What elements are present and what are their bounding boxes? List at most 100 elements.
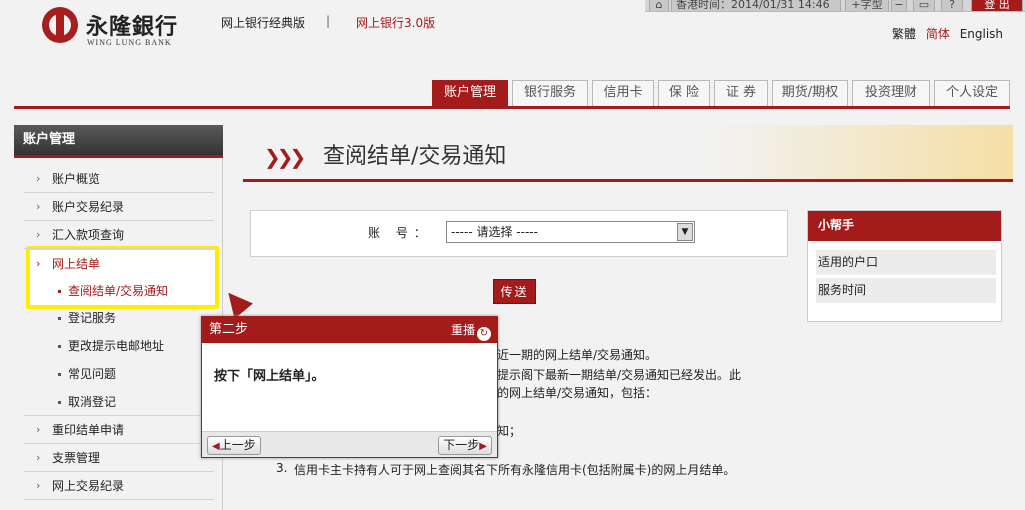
replay-label: 重播 bbox=[450, 323, 475, 337]
sidebar-item-label: 更改提示电邮地址 bbox=[68, 339, 165, 353]
popup-footer: ◀上一步 下一步▶ bbox=[202, 431, 497, 457]
sidebar-item-label: 取消登记 bbox=[68, 395, 117, 409]
page-title: 查阅结单/交易通知 bbox=[323, 144, 507, 169]
chevron-right-icon: › bbox=[36, 200, 41, 213]
classic-version-link[interactable]: 网上银行经典版 bbox=[221, 14, 305, 31]
tab-insurance[interactable]: 保 险 bbox=[658, 80, 710, 106]
bullet-icon bbox=[58, 373, 61, 376]
chevron-right-icon: › bbox=[36, 451, 41, 464]
sidebar-item-transaction-records[interactable]: › 账户交易纪录 bbox=[24, 193, 214, 221]
content-line-3: 的网上结单/交易通知，包括： bbox=[497, 386, 658, 400]
next-step-label: 下一步 bbox=[443, 438, 480, 452]
popup-header: 第二步 重播 ↻ bbox=[202, 317, 497, 343]
triple-chevron-icon: ❯❯❯ bbox=[264, 145, 306, 169]
bullet-icon bbox=[58, 290, 61, 293]
sidebar-subitem-change-email[interactable]: 更改提示电邮地址 bbox=[24, 332, 214, 360]
account-label: 账 号： bbox=[368, 226, 432, 240]
content-item-3-number: 3. bbox=[276, 461, 288, 475]
sidebar-subitem-cancel[interactable]: 取消登记 bbox=[24, 388, 214, 416]
content-line-4: 知； bbox=[497, 424, 522, 438]
font-size-control[interactable]: +字型 bbox=[845, 0, 889, 11]
sidebar-item-label: 登记服务 bbox=[68, 311, 117, 325]
sidebar-item-online-transactions[interactable]: › 网上交易纪录 bbox=[24, 472, 214, 500]
logo-name-en: WING LUNG BANK bbox=[87, 38, 172, 47]
lang-traditional[interactable]: 繁體 bbox=[892, 27, 916, 41]
triangle-right-icon: ▶ bbox=[479, 441, 487, 452]
sidebar-item-label: 支票管理 bbox=[52, 451, 101, 465]
sidebar-subitem-registration[interactable]: 登记服务 bbox=[24, 304, 214, 332]
next-step-button[interactable]: 下一步▶ bbox=[438, 436, 492, 455]
chevron-right-icon: › bbox=[36, 172, 41, 185]
sidebar-item-label: 网上结单 bbox=[52, 257, 101, 271]
minus-icon[interactable]: − bbox=[891, 0, 907, 11]
tab-account-management[interactable]: 账户管理 bbox=[432, 80, 508, 106]
chevron-down-icon[interactable]: ▼ bbox=[677, 223, 693, 241]
popup-instruction: 按下「网上结单」。 bbox=[214, 369, 325, 384]
sidebar-item-label: 查阅结单/交易通知 bbox=[68, 284, 169, 298]
tab-futures-options[interactable]: 期货/期权 bbox=[772, 80, 848, 106]
sidebar-subitem-faq[interactable]: 常见问题 bbox=[24, 360, 214, 388]
sidebar-item-account-overview[interactable]: › 账户概览 bbox=[24, 165, 214, 193]
content-line-2: 提示阁下最新一期结单/交易通知已经发出。此 bbox=[497, 368, 742, 382]
replay-button[interactable]: 重播 ↻ bbox=[451, 317, 491, 343]
sidebar-item-remittance-inquiry[interactable]: › 汇入款项查询 bbox=[24, 221, 214, 249]
prev-step-label: 上一步 bbox=[219, 438, 256, 452]
sidebar-item-label: 网上交易纪录 bbox=[52, 479, 125, 493]
sidebar-item-label: 账户概览 bbox=[52, 172, 101, 186]
triangle-left-icon: ◀ bbox=[212, 441, 220, 452]
content-line-1: 近一期的网上结单/交易通知。 bbox=[497, 348, 658, 362]
lang-simplified[interactable]: 简体 bbox=[926, 27, 950, 41]
plus-icon: + bbox=[851, 0, 861, 11]
lang-english[interactable]: English bbox=[960, 27, 1003, 41]
helper-title: 小帮手 bbox=[808, 211, 1001, 241]
account-select[interactable]: ----- 请选择 ----- ▼ bbox=[446, 221, 695, 243]
font-size-label: 字型 bbox=[860, 0, 883, 11]
sidebar-item-label: 汇入款项查询 bbox=[52, 228, 125, 242]
utility-bar: ⌂ 香港时间：2014/01/31 14:46 +字型 − ▭ ? 登 出 bbox=[645, 0, 1025, 12]
popup-title: 第二步 bbox=[209, 322, 249, 337]
helper-item-applicable-accounts[interactable]: 适用的户口 bbox=[816, 250, 996, 275]
chevron-right-icon: › bbox=[36, 479, 41, 492]
sidebar-item-reprint-statement[interactable]: › 重印结单申请 bbox=[24, 416, 214, 444]
sidebar-divider bbox=[14, 155, 223, 158]
helper-item-service-hours[interactable]: 服务时间 bbox=[816, 278, 996, 303]
hk-time: 香港时间：2014/01/31 14:46 bbox=[671, 0, 841, 11]
tab-banking-services[interactable]: 银行服务 bbox=[512, 80, 588, 106]
help-icon[interactable]: ? bbox=[941, 0, 963, 11]
sidebar-title: 账户管理 bbox=[14, 125, 223, 155]
bullet-icon bbox=[58, 345, 61, 348]
tab-investment[interactable]: 投资理财 bbox=[852, 80, 930, 106]
account-select-value: ----- 请选择 ----- bbox=[451, 225, 538, 239]
home-icon[interactable]: ⌂ bbox=[649, 0, 669, 11]
bank-logo[interactable]: 永隆銀行 WING LUNG BANK bbox=[42, 7, 182, 49]
time-label: 香港时间： bbox=[676, 0, 731, 11]
logout-button[interactable]: 登 出 bbox=[971, 0, 1023, 11]
sidebar-item-label: 常见问题 bbox=[68, 367, 117, 381]
logo-name-cn: 永隆銀行 bbox=[86, 14, 179, 40]
bullet-icon bbox=[58, 317, 61, 320]
sidebar-item-label: 账户交易纪录 bbox=[52, 200, 125, 214]
link-separator: | bbox=[326, 14, 331, 28]
replay-icon: ↻ bbox=[477, 327, 491, 341]
prev-step-button[interactable]: ◀上一步 bbox=[207, 436, 261, 455]
tutorial-step-popup: 第二步 重播 ↻ 按下「网上结单」。 ◀上一步 下一步▶ bbox=[201, 316, 498, 458]
helper-panel: 小帮手 适用的户口 服务时间 bbox=[807, 210, 1002, 322]
v3-version-link[interactable]: 网上银行3.0版 bbox=[356, 14, 435, 31]
tab-securities[interactable]: 证 券 bbox=[714, 80, 768, 106]
chevron-right-icon: › bbox=[36, 228, 41, 241]
tab-underline bbox=[14, 106, 1010, 109]
content-item-3: 信用卡主卡持有人可于网上查阅其名下所有永隆信用卡(包括附属卡)的网上月结单。 bbox=[294, 463, 736, 477]
chevron-right-icon: › bbox=[36, 257, 41, 270]
sidebar-item-cheque-management[interactable]: › 支票管理 bbox=[24, 444, 214, 472]
chevron-right-icon: › bbox=[36, 423, 41, 436]
sidebar-subitem-view-statements[interactable]: 查阅结单/交易通知 bbox=[24, 277, 209, 305]
tab-personal-settings[interactable]: 个人设定 bbox=[934, 80, 1010, 106]
tab-credit-card[interactable]: 信用卡 bbox=[592, 80, 654, 106]
print-icon[interactable]: ▭ bbox=[913, 0, 935, 11]
sidebar-item-estatement[interactable]: › 网上结单 bbox=[24, 250, 214, 278]
logo-mark-icon bbox=[42, 7, 78, 43]
sidebar-item-label: 重印结单申请 bbox=[52, 423, 125, 437]
time-value: 2014/01/31 14:46 bbox=[731, 0, 830, 11]
language-switcher: 繁體 简体 English bbox=[892, 25, 1003, 42]
send-button[interactable]: 传送 bbox=[493, 279, 536, 304]
